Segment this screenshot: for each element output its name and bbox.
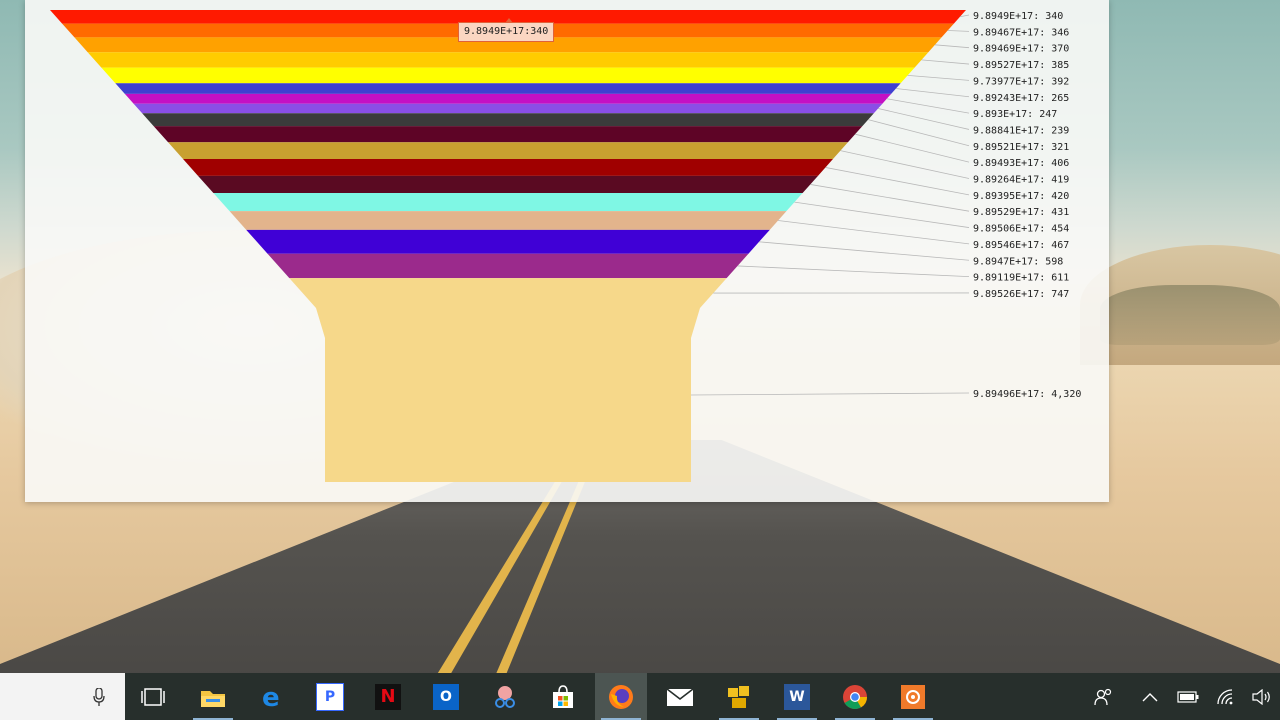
task-view-icon: [141, 687, 165, 706]
battery-icon: [1177, 690, 1199, 703]
funnel-data-label: 9.73977E+17: 392: [973, 76, 1069, 87]
store-bag-icon: [553, 684, 573, 708]
funnel-segment[interactable]: [267, 253, 749, 279]
label-connector-line: [868, 119, 970, 147]
netflix-icon: N: [375, 683, 401, 710]
funnel-data-label: 9.89243E+17: 265: [973, 93, 1069, 104]
funnel-data-label: 9.8949E+17: 340: [973, 11, 1063, 22]
funnel-data-label: 9.89469E+17: 370: [973, 44, 1069, 55]
funnel-data-label: 9.89264E+17: 419: [973, 175, 1069, 186]
funnel-data-label: 9.89493E+17: 406: [973, 158, 1069, 169]
people-icon: [1094, 688, 1112, 705]
funnel-data-label: 9.893E+17: 247: [973, 109, 1057, 120]
funnel-data-label: 9.89496E+17: 4,320: [973, 389, 1081, 400]
funnel-segment[interactable]: [153, 126, 863, 143]
funnel-data-label: 9.89529E+17: 431: [973, 207, 1069, 218]
funnel-segment[interactable]: [124, 93, 892, 104]
svg-text:e: e: [262, 684, 280, 710]
mail-button[interactable]: [654, 673, 706, 720]
mail-envelope-icon: [666, 687, 694, 706]
snipping-tool-icon: [495, 685, 515, 708]
wifi-button[interactable]: [1212, 673, 1240, 720]
funnel-segment[interactable]: [213, 193, 803, 212]
funnel-data-label: 9.89521E+17: 321: [973, 142, 1069, 153]
label-connector-line: [907, 75, 970, 81]
netflix-button[interactable]: N: [362, 673, 414, 720]
battery-button[interactable]: [1174, 673, 1202, 720]
outlook-icon: O: [433, 683, 459, 710]
volume-button[interactable]: [1248, 673, 1274, 720]
app-orange-button[interactable]: [887, 673, 939, 720]
app-yellow-button[interactable]: [713, 673, 765, 720]
microphone-icon[interactable]: [93, 688, 105, 706]
funnel-data-label: 9.88841E+17: 239: [973, 125, 1069, 136]
firefox-button[interactable]: [595, 673, 647, 720]
snipping-tool-button[interactable]: [479, 673, 531, 720]
funnel-data-label: 9.89526E+17: 747: [973, 289, 1069, 300]
funnel-data-label: 9.89119E+17: 611: [973, 273, 1069, 284]
funnel-data-label: 9.89546E+17: 467: [973, 240, 1069, 251]
folder-icon: [201, 690, 225, 707]
funnel-segment[interactable]: [142, 113, 874, 127]
label-connector-line: [778, 220, 970, 245]
funnel-data-label: 9.89527E+17: 385: [973, 60, 1069, 71]
edge-icon: e: [262, 684, 280, 710]
yellow-app-icon: [728, 685, 749, 708]
chevron-up-icon: [1142, 692, 1158, 701]
label-connector-line: [934, 44, 970, 49]
chrome-button[interactable]: [829, 673, 881, 720]
funnel-segment[interactable]: [198, 175, 818, 194]
label-connector-line: [759, 241, 970, 261]
funnel-data-label: 9.8947E+17: 598: [973, 256, 1063, 267]
funnel-data-label: 9.89506E+17: 454: [973, 224, 1069, 235]
label-connector-line: [690, 392, 970, 396]
firefox-icon: [609, 684, 633, 709]
pandora-icon: P: [316, 682, 344, 711]
chart-tooltip: 9.8949E+17:340: [458, 18, 555, 42]
funnel-chart: 9.8949E+17: 340 9.89467E+17: 346 9.89469E+…: [50, 10, 1081, 482]
funnel-segment[interactable]: [87, 52, 929, 68]
outlook-button[interactable]: O: [420, 673, 472, 720]
chrome-icon: [843, 684, 867, 709]
pandora-button[interactable]: P: [304, 673, 356, 720]
label-connector-line: [810, 184, 970, 212]
funnel-segment[interactable]: [289, 278, 727, 308]
funnel-data-label: 9.89395E+17: 420: [973, 191, 1069, 202]
funnel-segment[interactable]: [229, 211, 787, 230]
file-explorer-button[interactable]: [187, 673, 239, 720]
speaker-icon: [1252, 688, 1270, 705]
label-connector-line: [737, 265, 970, 277]
label-connector-line: [921, 59, 970, 65]
word-button[interactable]: W: [771, 673, 823, 720]
wifi-icon: [1217, 688, 1233, 704]
task-view-button[interactable]: [127, 673, 179, 720]
label-connector-line: [947, 30, 970, 32]
taskbar-search-box[interactable]: [0, 673, 125, 720]
orange-app-icon: [901, 684, 925, 709]
label-connector-line: [895, 88, 970, 98]
funnel-data-label: 9.89467E+17: 346: [973, 27, 1069, 38]
funnel-chart-window: 9.8949E+17: 340 9.89467E+17: 346 9.89469E+…: [25, 0, 1109, 502]
taskbar: e P N O W: [0, 673, 1280, 720]
funnel-segment[interactable]: [115, 83, 901, 94]
funnel-segment[interactable]: [133, 103, 883, 114]
show-hidden-icons-button[interactable]: [1138, 673, 1162, 720]
label-connector-line: [794, 201, 970, 228]
word-icon: W: [784, 683, 810, 710]
funnel-segment[interactable]: [183, 159, 833, 176]
funnel-segment[interactable]: [101, 67, 915, 84]
funnel-segment[interactable]: [168, 142, 848, 160]
label-connector-line: [886, 98, 970, 114]
label-connector-line: [878, 108, 970, 130]
store-button[interactable]: [537, 673, 589, 720]
people-button[interactable]: [1090, 673, 1118, 720]
funnel-segment[interactable]: [246, 229, 770, 254]
edge-button[interactable]: e: [246, 673, 298, 720]
funnel-segment[interactable]: [316, 308, 700, 482]
